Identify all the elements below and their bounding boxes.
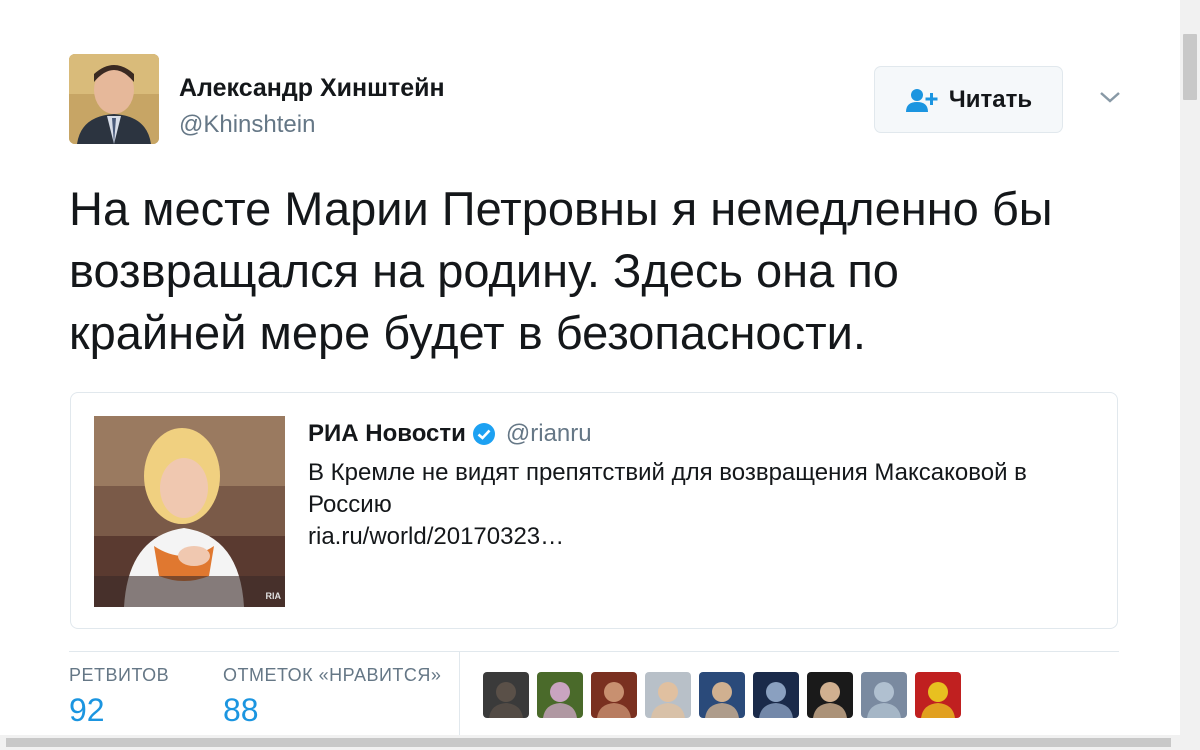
likers-avatars (483, 672, 961, 718)
vertical-scrollbar[interactable] (1180, 0, 1200, 735)
author-name[interactable]: Александр Хинштейн (179, 74, 445, 103)
liker-avatar[interactable] (915, 672, 961, 718)
author-handle[interactable]: @Khinshtein (179, 111, 315, 139)
quoted-tweet-image: RIA (94, 416, 285, 607)
liker-avatar[interactable] (699, 672, 745, 718)
liker-avatar[interactable] (807, 672, 853, 718)
liker-avatar[interactable] (483, 672, 529, 718)
horizontal-scrollbar[interactable] (0, 735, 1200, 750)
quoted-tweet-card[interactable]: RIA РИА Новости @rianru В Кремле не видя… (70, 392, 1118, 629)
retweets-count: 92 (69, 692, 105, 728)
likes-count: 88 (223, 692, 259, 728)
quoted-text-body: В Кремле не видят препятствий для возвра… (308, 459, 1027, 518)
stats-divider (69, 651, 1119, 652)
liker-avatar[interactable] (537, 672, 583, 718)
liker-avatar[interactable] (861, 672, 907, 718)
follow-button[interactable]: Читать (874, 66, 1063, 133)
follow-button-label: Читать (948, 85, 1033, 113)
liker-avatar[interactable] (645, 672, 691, 718)
quoted-tweet-text: В Кремле не видят препятствий для возвра… (308, 457, 1098, 553)
vertical-scrollbar-thumb[interactable] (1183, 34, 1197, 100)
verified-badge-icon (472, 423, 495, 445)
tweet-text: На месте Марии Петровны я немедленно бы … (69, 182, 1053, 359)
follow-user-plus-icon (905, 88, 938, 112)
tweet: Александр Хинштейн @Khinshtein Читать На… (0, 0, 1180, 735)
liker-avatar[interactable] (753, 672, 799, 718)
likes-label: ОТМЕТОК «НРАВИТСЯ» (223, 665, 442, 685)
author-avatar[interactable] (69, 54, 159, 144)
horizontal-scrollbar-thumb[interactable] (6, 738, 1171, 747)
retweets-label: РЕТВИТОВ (69, 665, 170, 685)
stats-separator (459, 652, 460, 735)
liker-avatar[interactable] (591, 672, 637, 718)
quoted-author-name: РИА Новости (308, 420, 466, 447)
retweets-stat[interactable]: РЕТВИТОВ 92 (69, 665, 169, 729)
quoted-author-handle: @rianru (505, 420, 592, 447)
quoted-tweet-header: РИА Новости @rianru (308, 420, 592, 448)
image-watermark: RIA (265, 591, 282, 601)
chevron-down-icon[interactable] (1098, 88, 1122, 106)
likes-stat[interactable]: ОТМЕТОК «НРАВИТСЯ» 88 (223, 665, 441, 729)
quoted-link[interactable]: ria.ru/world/20170323… (308, 521, 1098, 553)
